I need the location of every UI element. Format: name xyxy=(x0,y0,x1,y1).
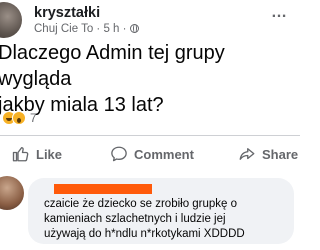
post-meta: Chuj Cie To · 5 h · xyxy=(34,23,139,35)
comment-bubble: czaicie że dziecko se zrobiło grupkę o k… xyxy=(28,178,294,244)
share-button[interactable]: Share xyxy=(238,145,298,163)
comment-label: Comment xyxy=(134,146,194,162)
globe-icon xyxy=(129,24,139,33)
reactions-summary[interactable]: 7 xyxy=(2,110,37,126)
comment-text: czaicie że dziecko se zrobiło grupkę o k… xyxy=(44,198,245,240)
more-options-icon[interactable]: … xyxy=(271,4,288,22)
comment-icon xyxy=(111,146,127,162)
commenter-avatar[interactable] xyxy=(0,176,24,210)
post-author[interactable]: kryształki xyxy=(34,5,100,21)
comment-button[interactable]: Comment xyxy=(110,145,194,163)
like-button[interactable]: Like xyxy=(12,145,62,163)
post-header: kryształki Chuj Cie To · 5 h · … xyxy=(0,0,300,38)
share-label: Share xyxy=(262,146,299,162)
wow-reaction-icon xyxy=(12,111,26,125)
post-text: Dlaczego Admin tej grupy wygląda jakby m… xyxy=(0,42,225,116)
redacted-commenter-name xyxy=(54,184,152,194)
action-bar: Like Comment Share xyxy=(0,140,300,170)
share-arrow-icon xyxy=(239,148,255,160)
thumbs-up-icon xyxy=(12,146,29,162)
like-label: Like xyxy=(36,146,63,162)
divider xyxy=(0,135,300,136)
post-meta-text: Chuj Cie To · 5 h · xyxy=(34,23,127,35)
reaction-count: 7 xyxy=(30,111,37,125)
author-avatar[interactable] xyxy=(0,2,22,38)
